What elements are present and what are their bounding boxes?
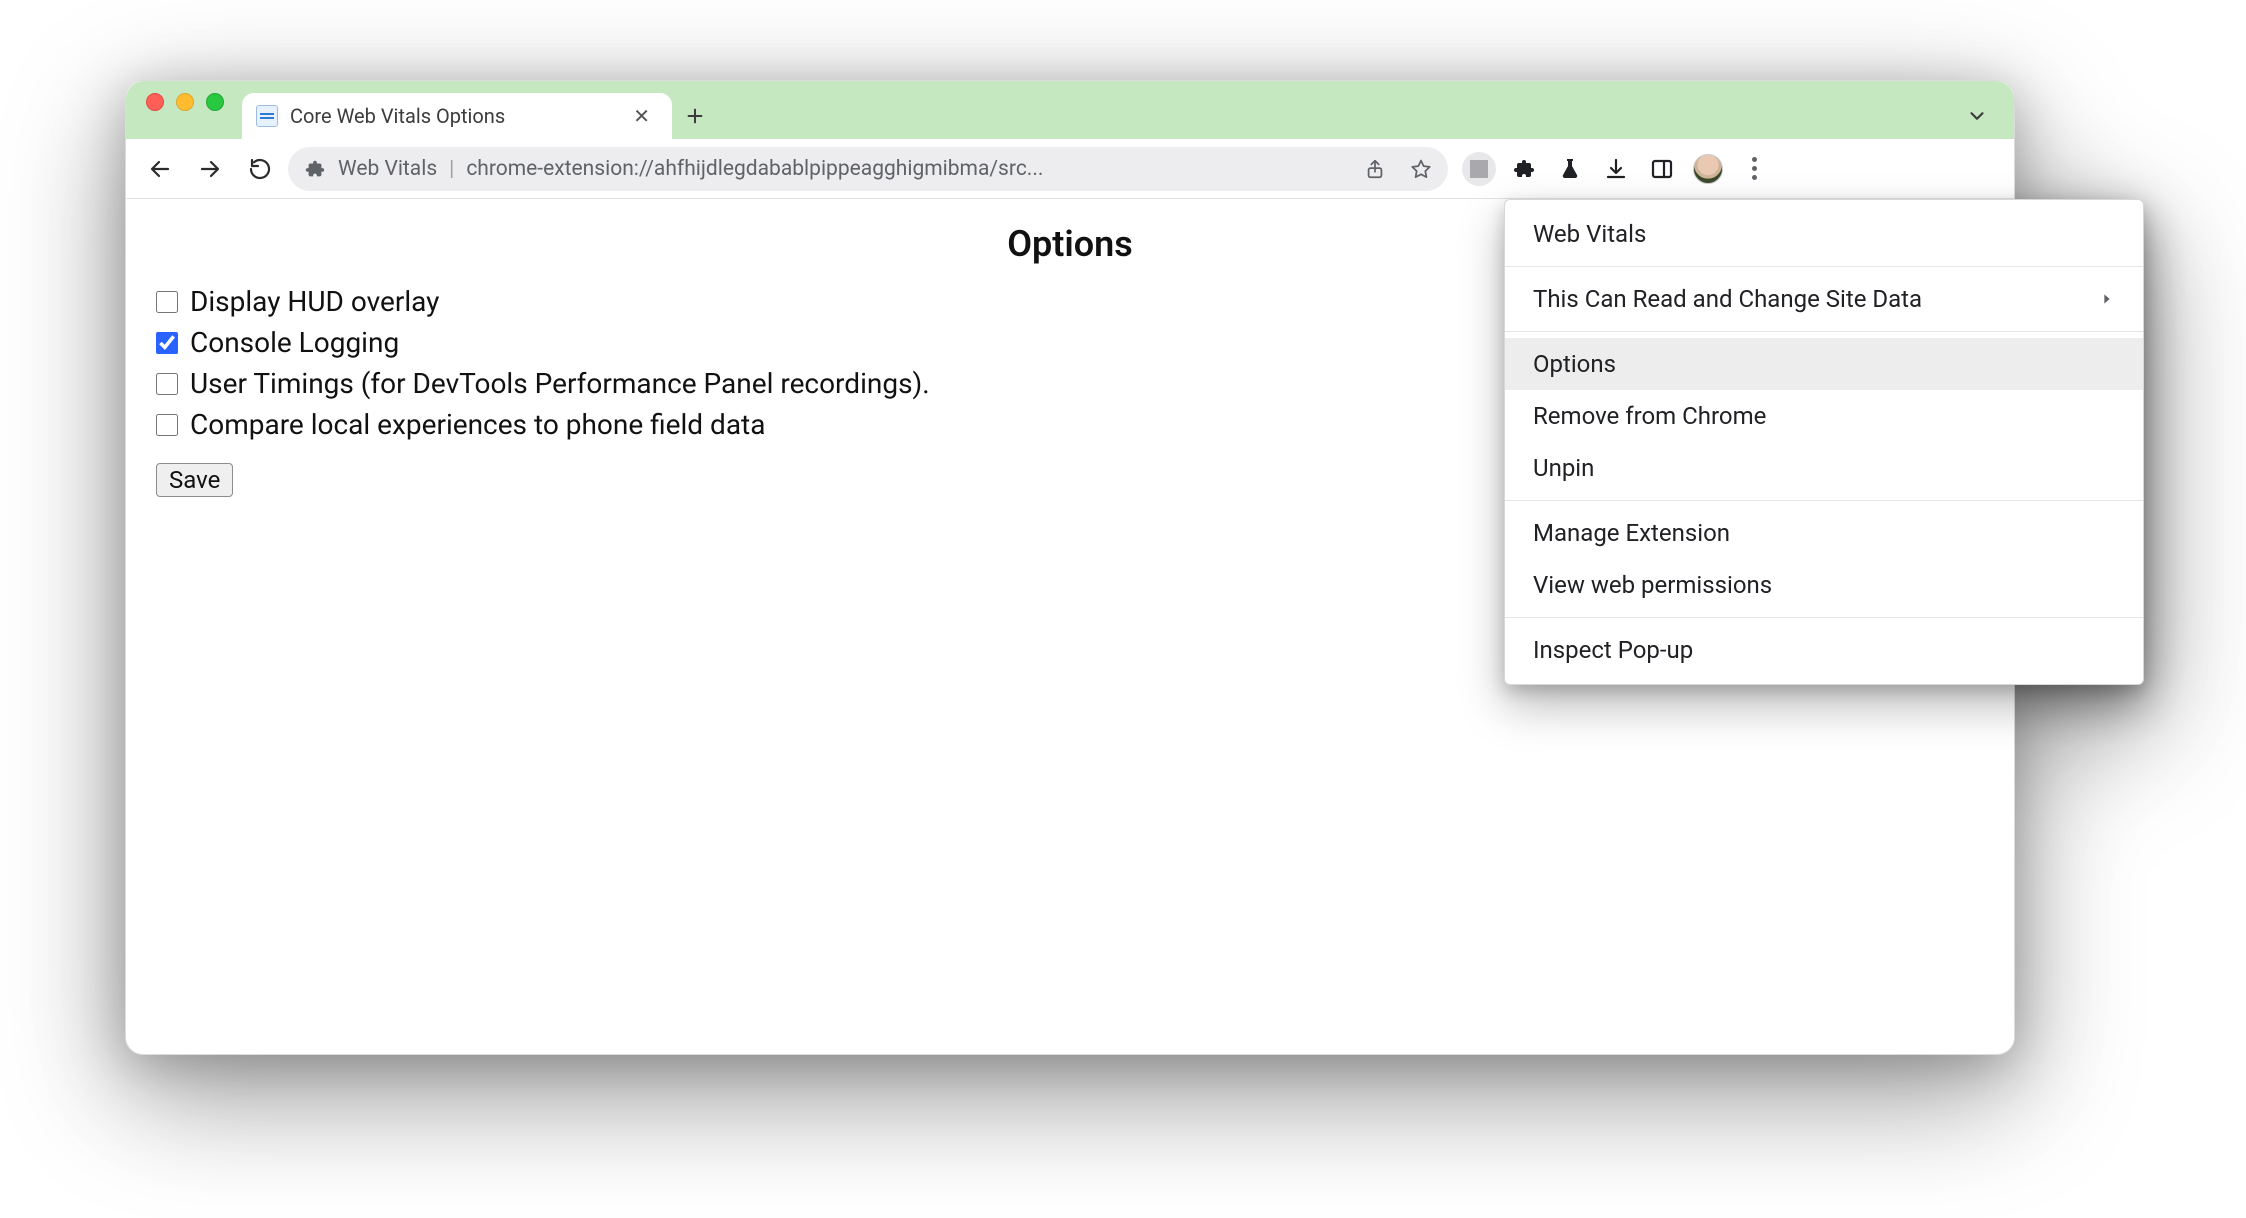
checkbox-hud-overlay[interactable] (156, 291, 178, 313)
menu-view-permissions[interactable]: View web permissions (1505, 559, 2143, 611)
tab-title: Core Web Vitals Options (290, 104, 617, 128)
new-tab-button[interactable] (672, 93, 718, 139)
forward-button[interactable] (188, 147, 232, 191)
option-label: Console Logging (190, 326, 399, 359)
menu-options[interactable]: Options (1505, 338, 2143, 390)
extension-context-menu: Web Vitals This Can Read and Change Site… (1504, 199, 2144, 685)
extensions-button[interactable] (1502, 147, 1546, 191)
checkbox-user-timings[interactable] (156, 373, 178, 395)
minimize-window-button[interactable] (176, 93, 194, 111)
menu-separator (1505, 617, 2143, 618)
menu-separator (1505, 500, 2143, 501)
bookmark-button[interactable] (1404, 152, 1438, 186)
menu-unpin-label: Unpin (1533, 454, 1594, 482)
back-button[interactable] (138, 147, 182, 191)
kebab-icon (1736, 151, 1772, 187)
menu-remove[interactable]: Remove from Chrome (1505, 390, 2143, 442)
browser-window: Core Web Vitals Options ✕ (125, 80, 2015, 1055)
save-button[interactable]: Save (156, 463, 233, 497)
site-name: Web Vitals (338, 157, 437, 181)
labs-button[interactable] (1548, 147, 1592, 191)
menu-view-perms-label: View web permissions (1533, 571, 1772, 599)
chevron-right-icon (2099, 291, 2115, 307)
url-text: chrome-extension://ahfhijdlegdabablpippe… (466, 157, 1346, 181)
maximize-window-button[interactable] (206, 93, 224, 111)
side-panel-button[interactable] (1640, 147, 1684, 191)
menu-site-data-label: This Can Read and Change Site Data (1533, 285, 1922, 313)
checkbox-console-logging[interactable] (156, 332, 178, 354)
menu-manage-label: Manage Extension (1533, 519, 1730, 547)
menu-inspect-label: Inspect Pop-up (1533, 636, 1693, 664)
toolbar-right (1462, 147, 1776, 191)
browser-tab[interactable]: Core Web Vitals Options ✕ (242, 93, 672, 139)
share-button[interactable] (1358, 152, 1392, 186)
tab-overflow-button[interactable] (1954, 93, 2000, 139)
menu-header-label: Web Vitals (1533, 220, 1646, 248)
menu-separator (1505, 266, 2143, 267)
menu-site-data[interactable]: This Can Read and Change Site Data (1505, 273, 2143, 325)
menu-unpin[interactable]: Unpin (1505, 442, 2143, 494)
option-label: Display HUD overlay (190, 285, 439, 318)
toolbar: Web Vitals | chrome-extension://ahfhijdl… (126, 139, 2014, 199)
chrome-menu-button[interactable] (1732, 147, 1776, 191)
menu-manage-extension[interactable]: Manage Extension (1505, 507, 2143, 559)
menu-header[interactable]: Web Vitals (1505, 208, 2143, 260)
avatar-icon (1693, 154, 1723, 184)
vitals-favicon-icon (256, 105, 278, 127)
menu-inspect-popup[interactable]: Inspect Pop-up (1505, 624, 2143, 676)
tab-strip: Core Web Vitals Options ✕ (126, 81, 2014, 139)
close-tab-button[interactable]: ✕ (629, 100, 654, 132)
checkbox-compare-local[interactable] (156, 414, 178, 436)
profile-button[interactable] (1686, 147, 1730, 191)
menu-remove-label: Remove from Chrome (1533, 402, 1766, 430)
downloads-button[interactable] (1594, 147, 1638, 191)
menu-separator (1505, 331, 2143, 332)
window-controls (140, 81, 242, 139)
address-bar[interactable]: Web Vitals | chrome-extension://ahfhijdl… (288, 147, 1448, 191)
reload-button[interactable] (238, 147, 282, 191)
close-window-button[interactable] (146, 93, 164, 111)
omnibox-separator: | (449, 157, 454, 181)
option-label: User Timings (for DevTools Performance P… (190, 367, 930, 400)
extension-icon (304, 158, 326, 180)
option-label: Compare local experiences to phone field… (190, 408, 765, 441)
active-extension-icon[interactable] (1462, 152, 1496, 186)
menu-options-label: Options (1533, 350, 1616, 378)
